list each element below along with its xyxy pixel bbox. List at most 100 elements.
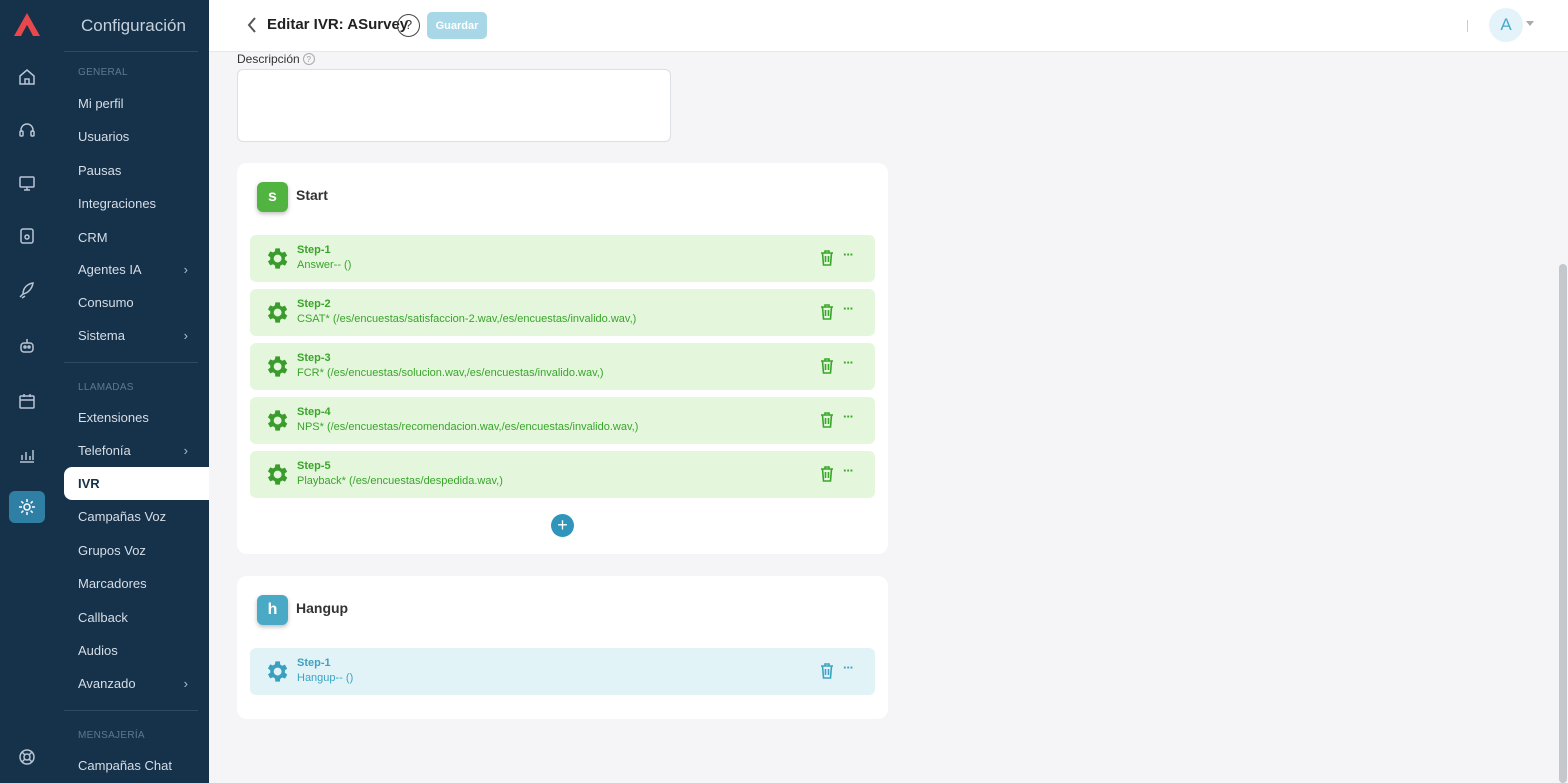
menu-item-pausas[interactable]: Pausas (78, 162, 188, 180)
lock-icon[interactable] (9, 220, 45, 252)
step-name: Step-4 (297, 406, 331, 418)
chevron-right-icon: › (183, 443, 188, 458)
save-button[interactable]: Guardar (427, 12, 487, 39)
menu-divider (64, 51, 198, 52)
step-row[interactable]: Step-1 Answer-- () ··· (250, 235, 875, 282)
vertical-scrollbar[interactable] (1559, 264, 1567, 783)
block-title: Start (296, 187, 328, 203)
menu-item-extensiones[interactable]: Extensiones (78, 409, 188, 427)
start-badge: s (257, 182, 288, 212)
menu-title: Configuración (81, 16, 186, 35)
topbar-divider (1467, 20, 1468, 32)
chevron-right-icon: › (183, 676, 188, 691)
step-name: Step-3 (297, 352, 331, 364)
menu-item-label: Agentes IA (78, 262, 142, 277)
step-name: Step-2 (297, 298, 331, 310)
menu-divider (64, 710, 198, 711)
more-options-icon[interactable]: ··· (843, 301, 854, 316)
icon-rail (0, 0, 54, 783)
menu-item-label: Avanzado (78, 676, 136, 691)
step-name: Step-1 (297, 244, 331, 256)
gear-icon (263, 299, 290, 326)
block-title: Hangup (296, 600, 349, 616)
robot-icon[interactable] (9, 330, 45, 362)
top-bar: Editar IVR: ASurvey ? Guardar A (209, 0, 1568, 52)
more-options-icon[interactable]: ··· (843, 660, 854, 675)
trash-icon[interactable] (820, 412, 834, 428)
hangup-badge: h (257, 595, 288, 625)
rocket-icon[interactable] (9, 274, 45, 306)
gear-icon (263, 353, 290, 380)
step-description: Answer-- () (297, 259, 352, 271)
menu-item-audios[interactable]: Audios (78, 642, 188, 660)
menu-item-ivr[interactable]: IVR (78, 475, 188, 493)
menu-item-crm[interactable]: CRM (78, 229, 188, 247)
chevron-right-icon: › (183, 262, 188, 277)
menu-divider (64, 362, 198, 363)
description-label: Descripción? (237, 52, 315, 66)
home-icon[interactable] (9, 61, 45, 93)
app-logo-icon[interactable] (13, 12, 41, 38)
headset-icon[interactable] (9, 114, 45, 146)
step-description: NPS* (/es/encuestas/recomendacion.wav,/e… (297, 421, 639, 433)
trash-icon[interactable] (820, 663, 834, 679)
chart-icon[interactable] (9, 439, 45, 471)
menu-item-consumo[interactable]: Consumo (78, 294, 188, 312)
description-input[interactable] (237, 69, 671, 142)
gear-icon (263, 461, 290, 488)
section-mensajeria: MENSAJERÍA (78, 730, 145, 741)
settings-menu: Configuración GENERAL Mi perfil Usuarios… (54, 0, 209, 783)
more-options-icon[interactable]: ··· (843, 355, 854, 370)
add-step-button[interactable]: + (551, 514, 574, 537)
menu-item-mi-perfil[interactable]: Mi perfil (78, 95, 188, 113)
menu-item-sistema[interactable]: Sistema › (78, 327, 188, 345)
support-icon[interactable] (9, 741, 45, 773)
more-options-icon[interactable]: ··· (843, 247, 854, 262)
step-row[interactable]: Step-1 Hangup-- () ··· (250, 648, 875, 695)
step-description: Hangup-- () (297, 672, 354, 684)
settings-icon[interactable] (9, 491, 45, 523)
caret-down-icon[interactable] (1526, 21, 1534, 26)
step-description: CSAT* (/es/encuestas/satisfaccion-2.wav,… (297, 313, 637, 325)
menu-item-avanzado[interactable]: Avanzado › (78, 675, 188, 693)
monitor-icon[interactable] (9, 167, 45, 199)
trash-icon[interactable] (820, 304, 834, 320)
calendar-icon[interactable] (9, 385, 45, 417)
menu-item-label: Sistema (78, 328, 125, 343)
more-options-icon[interactable]: ··· (843, 409, 854, 424)
gear-icon (263, 658, 290, 685)
step-description: Playback* (/es/encuestas/despedida.wav,) (297, 475, 503, 487)
help-icon[interactable]: ? (302, 53, 315, 65)
menu-item-callback[interactable]: Callback (78, 609, 188, 627)
step-row[interactable]: Step-2 CSAT* (/es/encuestas/satisfaccion… (250, 289, 875, 336)
gear-icon (263, 407, 290, 434)
hangup-block: h Hangup Step-1 Hangup-- () ··· (237, 576, 888, 719)
step-name: Step-1 (297, 657, 331, 669)
trash-icon[interactable] (820, 466, 834, 482)
user-avatar[interactable]: A (1489, 8, 1523, 42)
gear-icon (263, 245, 290, 272)
back-arrow-icon[interactable] (245, 15, 259, 35)
section-llamadas: LLAMADAS (78, 382, 134, 393)
more-options-icon[interactable]: ··· (843, 463, 854, 478)
menu-item-marcadores[interactable]: Marcadores (78, 575, 188, 593)
menu-item-campanas-voz[interactable]: Campañas Voz (78, 508, 188, 526)
step-row[interactable]: Step-4 NPS* (/es/encuestas/recomendacion… (250, 397, 875, 444)
chevron-right-icon: › (183, 328, 188, 343)
start-block: s Start Step-1 Answer-- () ··· Step-2 CS… (237, 163, 888, 554)
menu-item-campanas-chat[interactable]: Campañas Chat (78, 757, 188, 775)
page-title: Editar IVR: ASurvey (267, 16, 409, 33)
description-label-text: Descripción (237, 52, 300, 66)
menu-item-usuarios[interactable]: Usuarios (78, 128, 188, 146)
menu-item-agentes-ia[interactable]: Agentes IA › (78, 261, 188, 279)
step-row[interactable]: Step-5 Playback* (/es/encuestas/despedid… (250, 451, 875, 498)
help-icon[interactable]: ? (397, 14, 420, 37)
menu-item-integraciones[interactable]: Integraciones (78, 195, 188, 213)
menu-item-label: Telefonía (78, 443, 131, 458)
trash-icon[interactable] (820, 250, 834, 266)
section-general: GENERAL (78, 67, 128, 78)
trash-icon[interactable] (820, 358, 834, 374)
step-row[interactable]: Step-3 FCR* (/es/encuestas/solucion.wav,… (250, 343, 875, 390)
menu-item-grupos-voz[interactable]: Grupos Voz (78, 542, 188, 560)
menu-item-telefonia[interactable]: Telefonía › (78, 442, 188, 460)
